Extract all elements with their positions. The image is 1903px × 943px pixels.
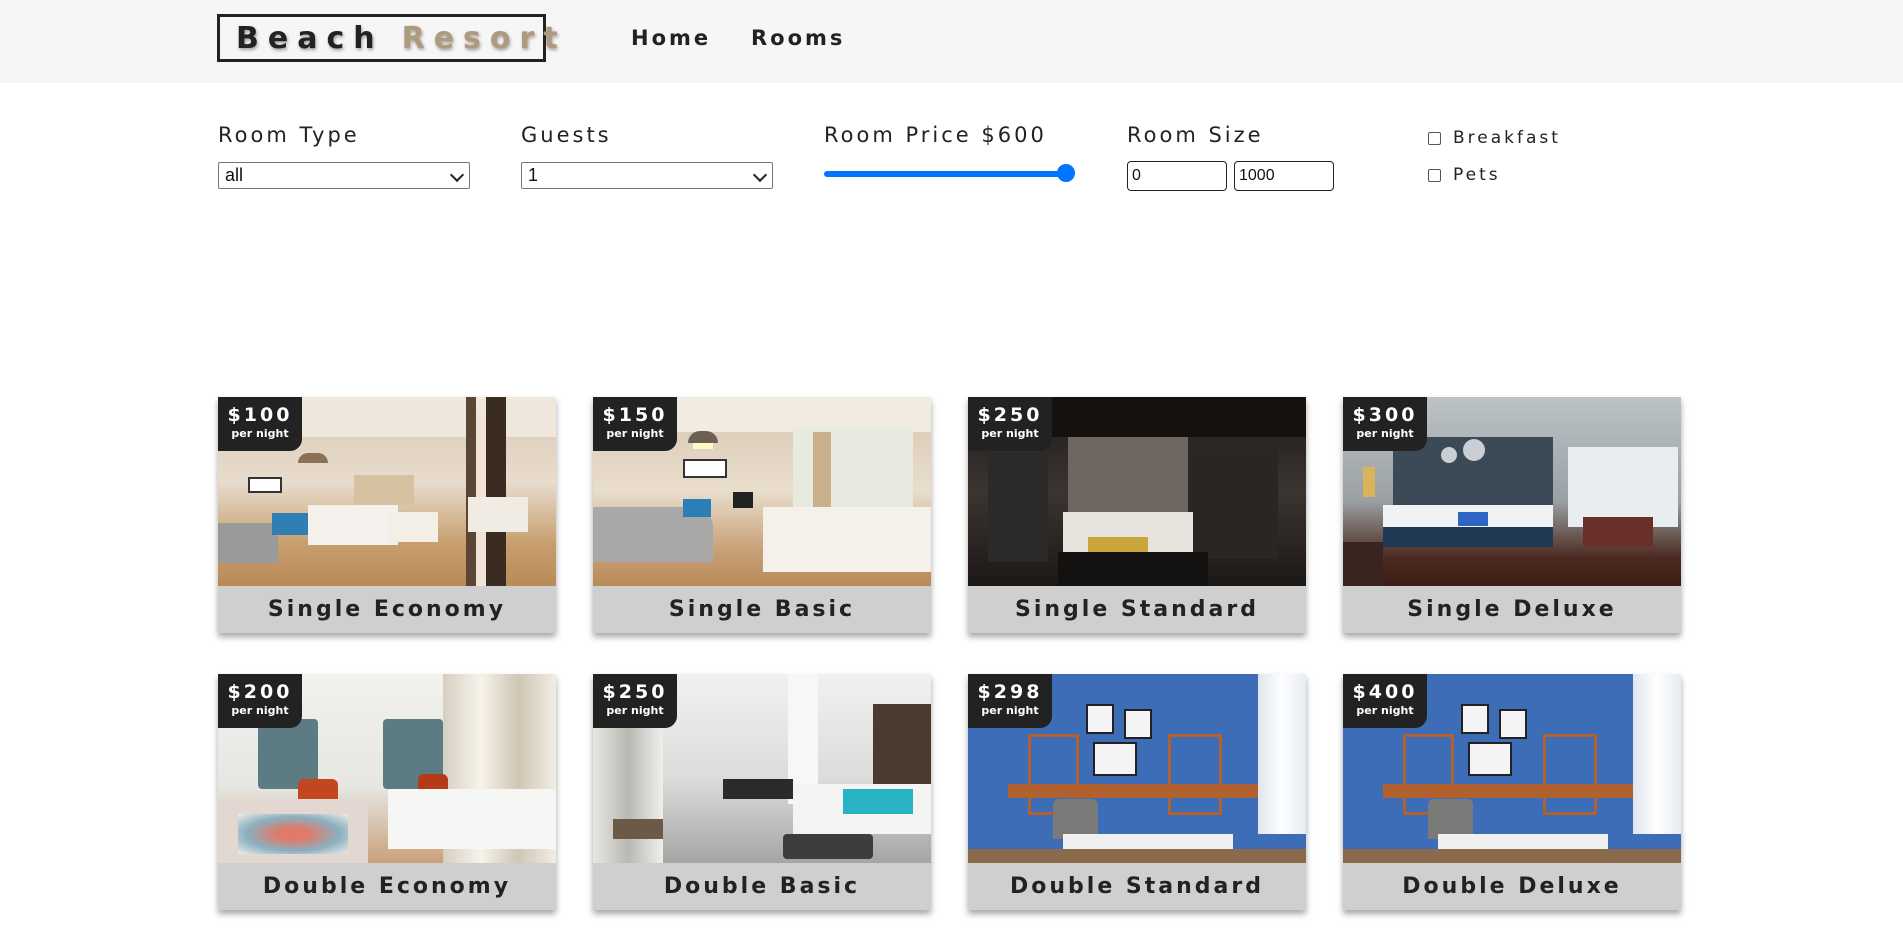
- room-price: $300: [1352, 404, 1418, 426]
- room-type-value: all: [225, 165, 244, 185]
- room-type-select[interactable]: all: [218, 162, 470, 189]
- per-night-label: per night: [981, 704, 1039, 717]
- price-badge: $100 per night: [218, 397, 302, 451]
- price-slider-track[interactable]: [824, 171, 1068, 177]
- per-night-label: per night: [1356, 427, 1414, 440]
- room-name: Double Basic: [663, 874, 861, 899]
- room-name: Double Deluxe: [1402, 874, 1622, 899]
- pets-checkbox[interactable]: [1428, 168, 1441, 182]
- chevron-down-icon: [752, 167, 768, 183]
- price-slider-thumb[interactable]: [1057, 164, 1075, 182]
- per-night-label: per night: [1356, 704, 1414, 717]
- nav-link-home[interactable]: Home: [631, 26, 711, 50]
- logo-word-beach: Beach: [236, 20, 384, 56]
- per-night-label: per night: [606, 427, 664, 440]
- room-price: $250: [977, 404, 1043, 426]
- room-name: Single Deluxe: [1407, 597, 1617, 622]
- navbar: Beach Resort Home Rooms: [0, 0, 1903, 83]
- pets-label: Pets: [1453, 165, 1501, 185]
- room-price: $298: [977, 681, 1043, 703]
- room-card[interactable]: $250 per night Single Standard: [968, 397, 1306, 633]
- pets-filter[interactable]: Pets: [1428, 165, 1501, 185]
- room-type-label: Room Type: [218, 123, 360, 147]
- room-card[interactable]: $400 per night Double Deluxe: [1343, 674, 1681, 910]
- per-night-label: per night: [231, 427, 289, 440]
- price-badge: $300 per night: [1343, 397, 1427, 451]
- room-size-min-input[interactable]: 0: [1127, 161, 1227, 191]
- room-price-label: Room Price $600: [824, 123, 1047, 147]
- room-price: $200: [227, 681, 293, 703]
- room-price: $100: [227, 404, 293, 426]
- guests-select[interactable]: 1: [521, 162, 773, 189]
- room-price: $400: [1352, 681, 1418, 703]
- room-card[interactable]: $298 per night Double Standard: [968, 674, 1306, 910]
- room-name: Single Basic: [668, 597, 856, 622]
- logo[interactable]: Beach Resort: [217, 14, 558, 62]
- room-price: $250: [602, 681, 668, 703]
- breakfast-filter[interactable]: Breakfast: [1428, 128, 1561, 148]
- price-badge: $250 per night: [968, 397, 1052, 451]
- room-card[interactable]: $250 per night Double Basic: [593, 674, 931, 910]
- guests-value: 1: [528, 165, 539, 185]
- room-name: Single Standard: [1015, 597, 1259, 622]
- breakfast-checkbox[interactable]: [1428, 131, 1441, 145]
- room-size-max-value: 1000: [1239, 167, 1275, 184]
- price-badge: $250 per night: [593, 674, 677, 728]
- room-size-max-input[interactable]: 1000: [1234, 161, 1334, 191]
- room-card[interactable]: $200 per night Double Economy: [218, 674, 556, 910]
- room-card[interactable]: $300 per night Single Deluxe: [1343, 397, 1681, 633]
- logo-word-resort: Resort: [401, 20, 567, 56]
- room-card[interactable]: $150 per night Single Basic: [593, 397, 931, 633]
- room-size-label: Room Size: [1127, 123, 1264, 147]
- room-size-min-value: 0: [1132, 167, 1141, 184]
- price-badge: $400 per night: [1343, 674, 1427, 728]
- room-card[interactable]: $100 per night Single Economy: [218, 397, 556, 633]
- per-night-label: per night: [231, 704, 289, 717]
- price-badge: $298 per night: [968, 674, 1052, 728]
- price-badge: $150 per night: [593, 397, 677, 451]
- price-badge: $200 per night: [218, 674, 302, 728]
- room-name: Single Economy: [267, 597, 507, 622]
- per-night-label: per night: [606, 704, 664, 717]
- room-name: Double Economy: [262, 874, 512, 899]
- nav-link-rooms[interactable]: Rooms: [751, 26, 845, 50]
- room-name: Double Standard: [1010, 874, 1264, 899]
- guests-label: Guests: [521, 123, 612, 147]
- per-night-label: per night: [981, 427, 1039, 440]
- room-price: $150: [602, 404, 668, 426]
- breakfast-label: Breakfast: [1453, 128, 1561, 148]
- chevron-down-icon: [449, 167, 465, 183]
